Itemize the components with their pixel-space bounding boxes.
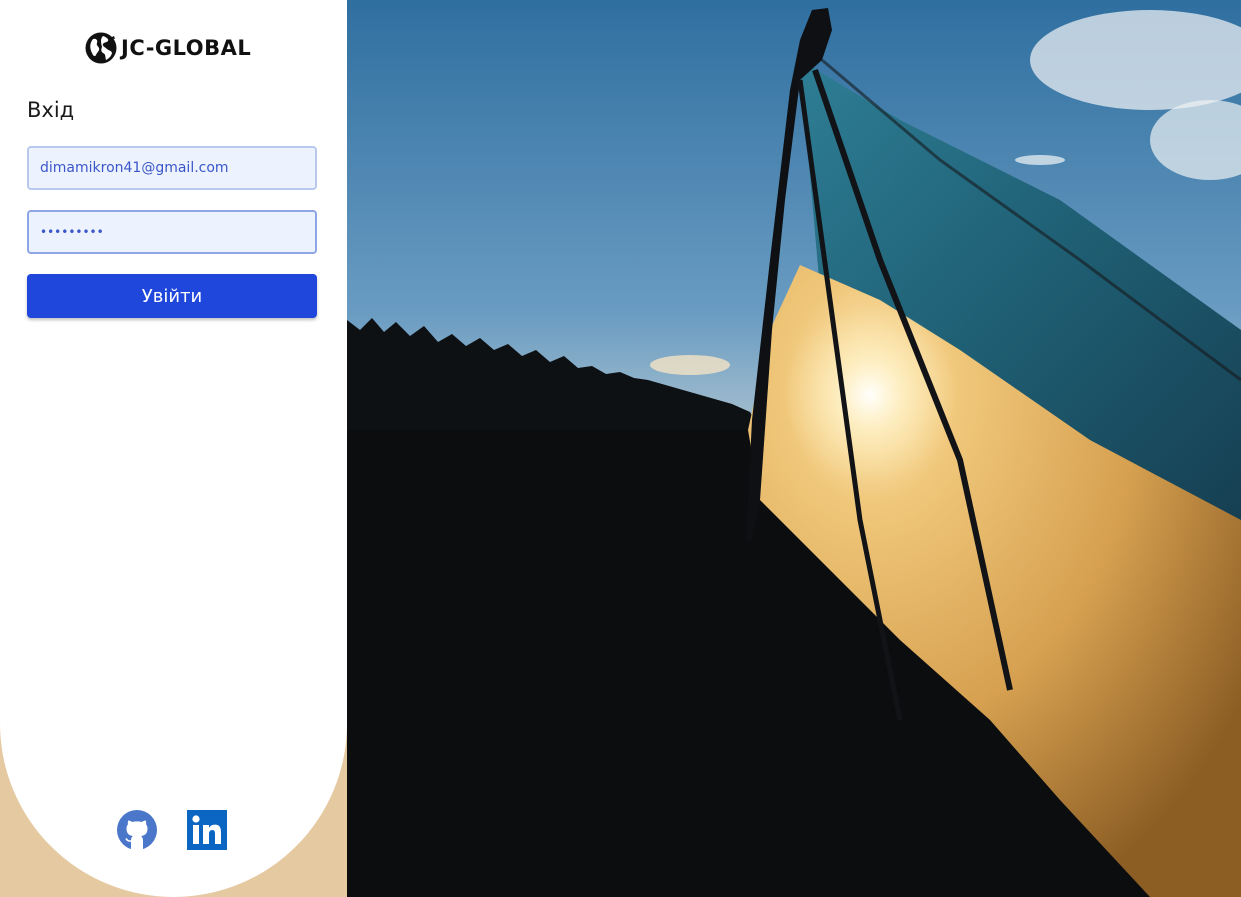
github-icon[interactable]: [117, 810, 157, 850]
login-button[interactable]: Увійти: [27, 274, 317, 318]
brand-name: JC-GLOBAL: [121, 36, 252, 60]
email-field[interactable]: [27, 146, 317, 190]
password-field[interactable]: [27, 210, 317, 254]
login-panel: JC-GLOBAL Вхід Увійти: [0, 0, 347, 897]
brand-logo[interactable]: JC-GLOBAL: [84, 31, 251, 65]
login-page: JC-GLOBAL Вхід Увійти: [0, 0, 1241, 897]
linkedin-icon[interactable]: [187, 810, 227, 850]
globe-icon: [85, 32, 117, 64]
page-title: Вхід: [27, 98, 75, 122]
